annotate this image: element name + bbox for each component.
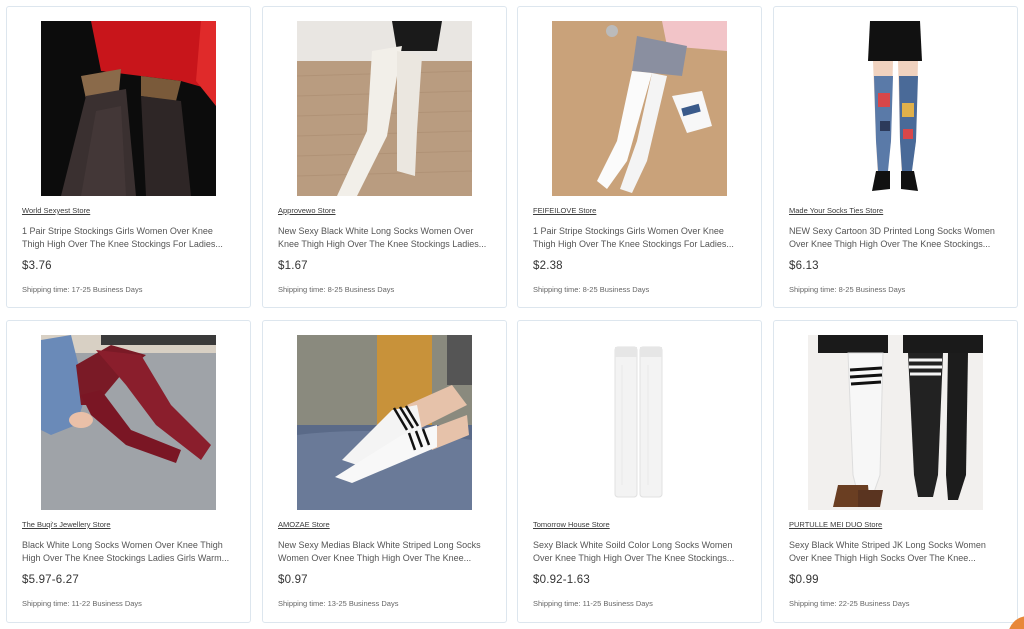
product-price: $1.67 — [278, 260, 308, 272]
shipping-time: Shipping time: 11-25 Business Days — [533, 599, 653, 608]
product-card[interactable]: The Buqi's Jewellery Store Black White L… — [6, 320, 251, 623]
product-title-line: New Sexy Black White Long Socks Women Ov… — [278, 226, 474, 236]
store-link[interactable]: PURTULLE MEI DUO Store — [789, 520, 882, 529]
product-image[interactable] — [41, 21, 216, 196]
product-title[interactable]: 1 Pair Stripe Stockings Girls Women Over… — [22, 225, 242, 251]
shipping-time: Shipping time: 17-25 Business Days — [22, 285, 143, 294]
product-image[interactable] — [552, 21, 727, 196]
shipping-time: Shipping time: 22-25 Business Days — [789, 599, 910, 608]
product-price: $0.92-1.63 — [533, 574, 590, 586]
product-title-line: Knee Thigh High Over The Knee Stockings … — [278, 239, 487, 249]
product-title[interactable]: New Sexy Black White Long Socks Women Ov… — [278, 225, 498, 251]
product-image[interactable] — [808, 21, 983, 196]
product-title-line: Thigh High Over The Knee Stockings For L… — [533, 239, 734, 249]
product-title[interactable]: New Sexy Medias Black White Striped Long… — [278, 539, 498, 565]
product-card[interactable]: Tomorrow House Store Sexy Black White So… — [517, 320, 762, 623]
product-title-line: Black White Long Socks Women Over Knee T… — [22, 540, 223, 550]
product-image[interactable] — [808, 335, 983, 510]
product-price: $0.99 — [789, 574, 819, 586]
shipping-time: Shipping time: 8-25 Business Days — [278, 285, 395, 294]
product-title[interactable]: Black White Long Socks Women Over Knee T… — [22, 539, 242, 565]
product-title[interactable]: NEW Sexy Cartoon 3D Printed Long Socks W… — [789, 225, 1009, 251]
product-image[interactable] — [41, 335, 216, 510]
product-card[interactable]: FEIFEILOVE Store 1 Pair Stripe Stockings… — [517, 6, 762, 308]
product-title-line: Over Knee Thigh High Socks Over The Knee… — [789, 553, 976, 563]
product-title-line: New Sexy Medias Black White Striped Long… — [278, 540, 481, 550]
product-title-line: Sexy Black White Soild Color Long Socks … — [533, 540, 733, 550]
product-title-line: NEW Sexy Cartoon 3D Printed Long Socks W… — [789, 226, 995, 236]
store-link[interactable]: Made Your Socks Ties Store — [789, 206, 883, 215]
product-price: $3.76 — [22, 260, 52, 272]
shipping-time: Shipping time: 11-22 Business Days — [22, 599, 142, 608]
store-link[interactable]: Approvewo Store — [278, 206, 336, 215]
store-link[interactable]: Tomorrow House Store — [533, 520, 610, 529]
product-title-line: Over Knee Thigh High Over The Knee Stock… — [533, 553, 735, 563]
product-title-line: Women Over Knee Thigh High Over The Knee… — [278, 553, 472, 563]
shipping-time: Shipping time: 13-25 Business Days — [278, 599, 399, 608]
product-price: $2.38 — [533, 260, 563, 272]
store-link[interactable]: FEIFEILOVE Store — [533, 206, 596, 215]
product-title[interactable]: Sexy Black White Soild Color Long Socks … — [533, 539, 753, 565]
product-card[interactable]: PURTULLE MEI DUO Store Sexy Black White … — [773, 320, 1018, 623]
product-price: $5.97-6.27 — [22, 574, 79, 586]
product-card[interactable]: AMOZAE Store New Sexy Medias Black White… — [262, 320, 507, 623]
product-title-line: 1 Pair Stripe Stockings Girls Women Over… — [22, 226, 213, 236]
store-link[interactable]: World Sexyest Store — [22, 206, 90, 215]
product-price: $6.13 — [789, 260, 819, 272]
shipping-time: Shipping time: 8-25 Business Days — [789, 285, 906, 294]
product-grid: World Sexyest Store 1 Pair Stripe Stocki… — [0, 0, 1024, 629]
product-image[interactable] — [297, 21, 472, 196]
store-link[interactable]: AMOZAE Store — [278, 520, 330, 529]
product-title-line: Sexy Black White Striped JK Long Socks W… — [789, 540, 986, 550]
product-title-line: 1 Pair Stripe Stockings Girls Women Over… — [533, 226, 724, 236]
product-card[interactable]: Made Your Socks Ties Store NEW Sexy Cart… — [773, 6, 1018, 308]
product-title-line: Thigh High Over The Knee Stockings For L… — [22, 239, 223, 249]
product-title[interactable]: 1 Pair Stripe Stockings Girls Women Over… — [533, 225, 753, 251]
store-link[interactable]: The Buqi's Jewellery Store — [22, 520, 111, 529]
product-card[interactable]: World Sexyest Store 1 Pair Stripe Stocki… — [6, 6, 251, 308]
product-title-line: Over Knee Thigh High Over The Knee Stock… — [789, 239, 991, 249]
product-card[interactable]: Approvewo Store New Sexy Black White Lon… — [262, 6, 507, 308]
product-image[interactable] — [552, 335, 727, 510]
shipping-time: Shipping time: 8-25 Business Days — [533, 285, 650, 294]
product-price: $0.97 — [278, 574, 308, 586]
product-image[interactable] — [297, 335, 472, 510]
product-title[interactable]: Sexy Black White Striped JK Long Socks W… — [789, 539, 1009, 565]
product-title-line: High Over The Knee Stockings Ladies Girl… — [22, 553, 230, 563]
